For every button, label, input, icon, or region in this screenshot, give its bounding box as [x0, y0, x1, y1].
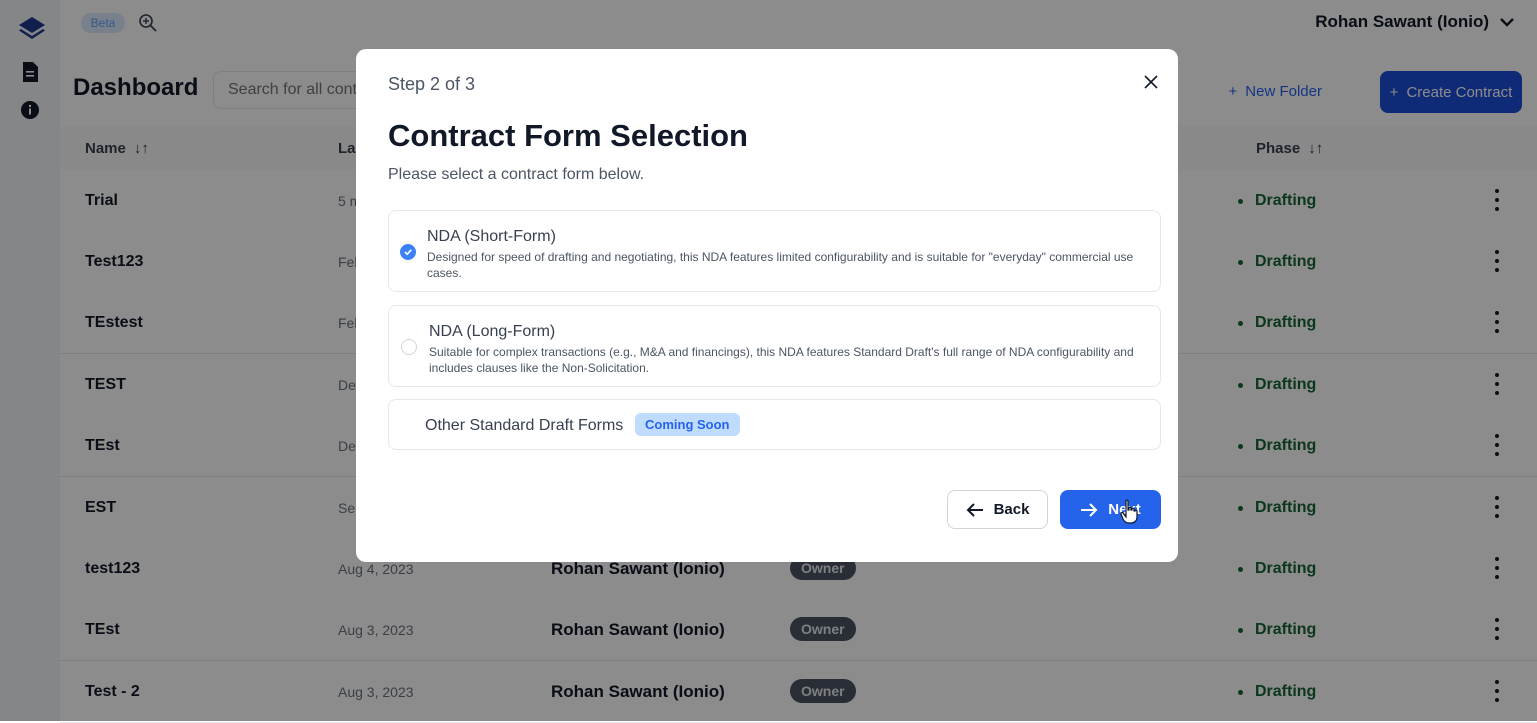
- radio-unchecked-icon[interactable]: [401, 339, 417, 355]
- option-nda-short-form[interactable]: NDA (Short-Form) Designed for speed of d…: [388, 210, 1161, 292]
- option-nda-long-form[interactable]: NDA (Long-Form) Suitable for complex tra…: [388, 305, 1161, 387]
- next-button[interactable]: Next: [1060, 490, 1161, 529]
- option-description: Designed for speed of drafting and negot…: [427, 250, 1134, 280]
- option-title: NDA (Long-Form): [429, 323, 556, 340]
- modal-subtitle: Please select a contract form below.: [388, 166, 645, 183]
- arrow-left-icon: [966, 502, 983, 517]
- option-other-forms: Other Standard Draft Forms Coming Soon: [388, 399, 1161, 450]
- arrow-right-icon: [1081, 502, 1098, 517]
- contract-form-modal: Step 2 of 3 Contract Form Selection Plea…: [356, 49, 1178, 562]
- option-title: Other Standard Draft Forms: [425, 417, 624, 434]
- step-indicator: Step 2 of 3: [388, 74, 476, 94]
- coming-soon-badge: Coming Soon: [635, 413, 740, 436]
- option-description: Suitable for complex transactions (e.g.,…: [429, 345, 1134, 375]
- modal-title: Contract Form Selection: [388, 118, 748, 153]
- back-button[interactable]: Back: [947, 490, 1048, 529]
- hand-cursor-icon: [1119, 499, 1139, 525]
- back-label: Back: [993, 501, 1030, 518]
- option-title: NDA (Short-Form): [427, 228, 556, 245]
- close-icon[interactable]: [1140, 71, 1162, 93]
- radio-checked-icon[interactable]: [400, 244, 416, 260]
